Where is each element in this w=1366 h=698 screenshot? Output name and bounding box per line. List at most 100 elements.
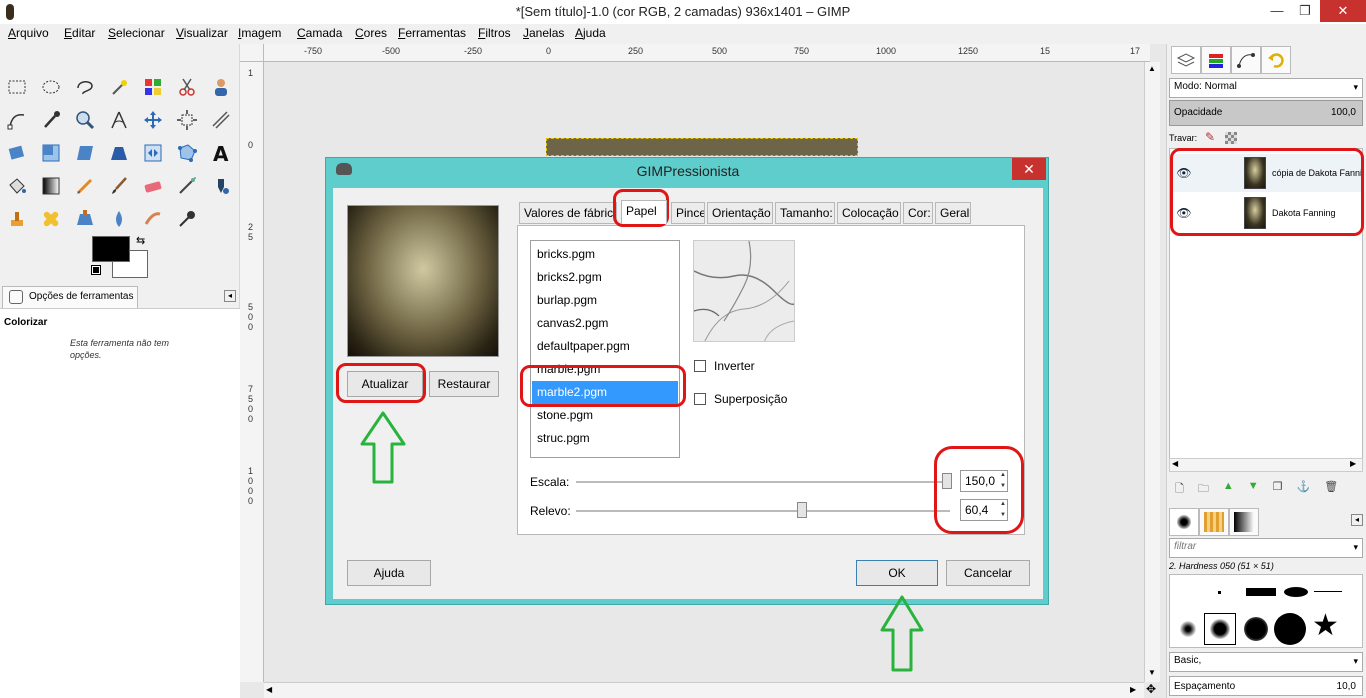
clone-tool-icon[interactable] — [4, 206, 30, 232]
brushes-tab-icon[interactable] — [1169, 508, 1199, 536]
minimize-button[interactable]: — — [1262, 0, 1292, 22]
star-brush-icon[interactable]: ★ — [1312, 611, 1339, 641]
menu-filtros[interactable]: Filtros — [478, 26, 511, 40]
move-tool-icon[interactable] — [140, 107, 166, 133]
lower-layer-icon[interactable]: ▼ — [1248, 480, 1259, 496]
default-colors-icon[interactable] — [91, 265, 101, 275]
menu-selecionar[interactable]: Selecionar — [108, 26, 165, 40]
brush-item[interactable] — [1284, 587, 1308, 597]
zoom-tool-icon[interactable] — [72, 107, 98, 133]
scale-slider-track[interactable] — [576, 481, 950, 483]
flip-tool-icon[interactable] — [140, 140, 166, 166]
texture-list[interactable]: bricks.pgm bricks2.pgm burlap.pgm canvas… — [530, 240, 680, 458]
brush-item[interactable] — [1314, 591, 1342, 592]
opacity-slider[interactable]: Opacidade 100,0 — [1169, 100, 1363, 126]
help-button[interactable]: Ajuda — [347, 560, 431, 586]
rect-select-tool-icon[interactable] — [4, 74, 30, 100]
eraser-tool-icon[interactable] — [140, 173, 166, 199]
align-tool-icon[interactable] — [174, 107, 200, 133]
rotate-tool-icon[interactable] — [4, 140, 30, 166]
paintbrush-tool-icon[interactable] — [106, 173, 132, 199]
scroll-up-icon[interactable]: ▲ — [1148, 64, 1156, 73]
pencil-tool-icon[interactable] — [72, 173, 98, 199]
tab-pincel[interactable]: Pincel — [671, 202, 705, 224]
duplicate-layer-icon[interactable]: ❐ — [1273, 480, 1283, 496]
menu-ferramentas[interactable]: Ferramentas — [398, 26, 466, 40]
anchor-layer-icon[interactable]: ⚓ — [1297, 480, 1311, 496]
tab-papel[interactable]: Papel — [621, 200, 667, 224]
channels-tab-icon[interactable] — [1201, 46, 1231, 74]
list-item[interactable]: bricks2.pgm — [532, 266, 678, 289]
layers-tab-icon[interactable] — [1171, 46, 1201, 74]
smudge-tool-icon[interactable] — [140, 206, 166, 232]
paths-tab-icon[interactable] — [1231, 46, 1261, 74]
menu-janelas[interactable]: Janelas — [523, 26, 564, 40]
crop-tool-icon[interactable] — [208, 107, 234, 133]
fuzzy-select-tool-icon[interactable] — [106, 74, 132, 100]
list-item[interactable]: bricks.pgm — [532, 243, 678, 266]
color-picker-tool-icon[interactable] — [38, 107, 64, 133]
list-item[interactable]: canvas2.pgm — [532, 312, 678, 335]
reset-button[interactable]: Restaurar — [429, 371, 499, 397]
brush-item[interactable] — [1180, 621, 1196, 637]
cancel-button[interactable]: Cancelar — [946, 560, 1030, 586]
brush-item[interactable] — [1244, 617, 1268, 641]
lock-pixels-icon[interactable]: ✎ — [1205, 130, 1215, 144]
relief-slider-thumb[interactable] — [797, 502, 807, 518]
bucket-fill-tool-icon[interactable] — [4, 173, 30, 199]
menu-ajuda[interactable]: Ajuda — [575, 26, 606, 40]
scroll-right-icon[interactable]: ▶ — [1130, 685, 1136, 694]
raise-layer-icon[interactable]: ▲ — [1223, 480, 1234, 496]
tab-tamanho[interactable]: Tamanho: — [775, 202, 835, 224]
invert-checkbox[interactable] — [694, 360, 706, 372]
scroll-right-icon[interactable]: ▶ — [1350, 459, 1356, 468]
dodge-burn-tool-icon[interactable] — [174, 206, 200, 232]
menu-imagem[interactable]: Imagem — [238, 26, 281, 40]
navigate-icon[interactable]: ✥ — [1146, 682, 1156, 696]
new-layer-icon[interactable]: 🗋 — [1175, 480, 1184, 496]
ok-button[interactable]: OK — [856, 560, 938, 586]
vertical-scrollbar[interactable]: ▲ ▼ — [1144, 62, 1160, 682]
brush-filter-input[interactable]: filtrar ▾ — [1169, 538, 1363, 558]
maximize-button[interactable]: ❐ — [1290, 0, 1320, 22]
layers-hscrollbar[interactable]: ◀ ▶ — [1169, 458, 1363, 472]
ellipse-select-tool-icon[interactable] — [38, 74, 64, 100]
lock-alpha-icon[interactable] — [1225, 132, 1237, 144]
text-tool-icon[interactable]: A — [208, 140, 234, 166]
shear-tool-icon[interactable] — [72, 140, 98, 166]
list-item[interactable]: defaultpaper.pgm — [532, 335, 678, 358]
list-item[interactable]: stone.pgm — [532, 404, 678, 427]
tab-colocacao[interactable]: Colocação — [837, 202, 901, 224]
list-item[interactable]: struc.pgm — [532, 427, 678, 450]
measure-tool-icon[interactable] — [106, 107, 132, 133]
select-by-color-tool-icon[interactable] — [140, 74, 166, 100]
gradients-tab-icon[interactable] — [1229, 508, 1259, 536]
spacing-slider[interactable]: Espaçamento 10,0 — [1169, 676, 1363, 696]
layer-mode-select[interactable]: Modo: Normal ▾ — [1169, 78, 1363, 98]
cage-transform-tool-icon[interactable] — [174, 140, 200, 166]
tool-options-tab[interactable]: Opções de ferramentas — [2, 286, 138, 308]
overlay-checkbox[interactable] — [694, 393, 706, 405]
blur-tool-icon[interactable] — [106, 206, 132, 232]
brush-item-selected[interactable] — [1204, 613, 1236, 645]
dialog-close-button[interactable]: ✕ — [1012, 158, 1046, 180]
lasso-tool-icon[interactable] — [72, 74, 98, 100]
airbrush-tool-icon[interactable] — [174, 173, 200, 199]
new-layer-group-icon[interactable]: 🗀 — [1198, 480, 1209, 496]
dock-menu-icon[interactable]: ◂ — [224, 290, 236, 302]
foreground-select-tool-icon[interactable] — [208, 74, 234, 100]
tab-cor[interactable]: Cor: — [903, 202, 933, 224]
relief-slider-track[interactable] — [576, 510, 950, 512]
menu-arquivo[interactable]: Arquivo — [8, 26, 49, 40]
tab-geral[interactable]: Geral — [935, 202, 971, 224]
swap-colors-icon[interactable]: ⇆ — [136, 234, 145, 247]
delete-layer-icon[interactable]: 🗑 — [1324, 480, 1338, 496]
list-item[interactable]: burlap.pgm — [532, 289, 678, 312]
foreground-color-front[interactable] — [92, 236, 130, 262]
brush-item[interactable] — [1218, 591, 1221, 594]
brush-item[interactable] — [1246, 588, 1276, 596]
perspective-clone-tool-icon[interactable] — [72, 206, 98, 232]
menu-editar[interactable]: Editar — [64, 26, 95, 40]
image-canvas[interactable] — [546, 138, 858, 156]
scale-tool-icon[interactable] — [38, 140, 64, 166]
